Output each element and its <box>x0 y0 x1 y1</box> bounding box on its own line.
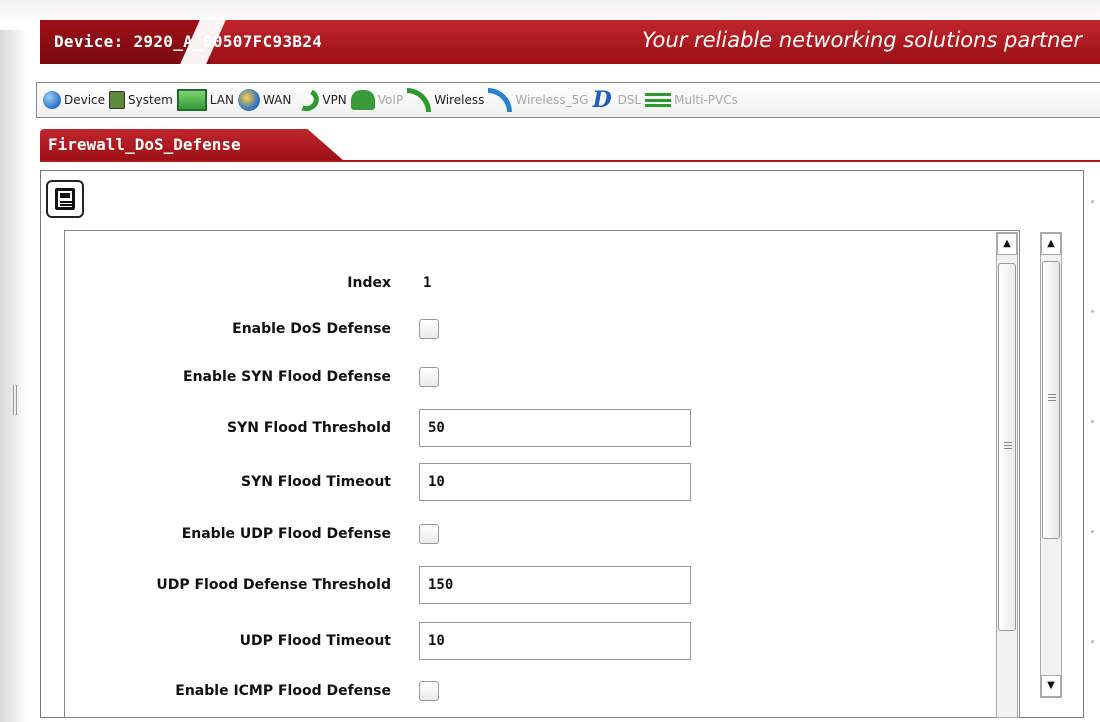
row-syn-threshold: SYN Flood Threshold 50 <box>65 408 995 448</box>
scroll-up-icon[interactable]: ▲ <box>997 233 1017 255</box>
dsl-icon: D <box>592 87 612 113</box>
nav-item-device[interactable]: Device <box>43 91 105 109</box>
nav-item-wireless-5g[interactable]: Wireless_5G <box>488 88 589 112</box>
nav-item-label: WAN <box>262 93 292 107</box>
syn-threshold-label: SYN Flood Threshold <box>227 420 391 436</box>
enable-icmp-label: Enable ICMP Flood Defense <box>175 683 391 699</box>
scroll-up-icon[interactable]: ▲ <box>1041 233 1061 255</box>
nav-item-lan[interactable]: LAN <box>176 89 234 111</box>
nav-item-voip[interactable]: VoIP <box>350 90 404 110</box>
enable-udp-label: Enable UDP Flood Defense <box>181 526 391 542</box>
scroll-grip-icon <box>1048 394 1056 401</box>
enable-dos-label: Enable DoS Defense <box>232 321 391 337</box>
scroll-grip-icon <box>1004 442 1012 449</box>
row-enable-icmp: Enable ICMP Flood Defense <box>65 671 995 711</box>
enable-icmp-checkbox[interactable] <box>419 681 439 701</box>
syn-timeout-input[interactable]: 10 <box>419 463 691 501</box>
nav-item-label: DSL <box>617 93 642 107</box>
enable-syn-label: Enable SYN Flood Defense <box>183 369 391 385</box>
device-title: Device: 2920_A_00507FC93B24 <box>54 32 323 51</box>
tab-label: Firewall_DoS_Defense <box>48 135 241 154</box>
form-frame: Index 1 Enable DoS Defense Enable SYN Fl… <box>64 230 1020 718</box>
row-syn-timeout: SYN Flood Timeout 10 <box>65 462 995 502</box>
nav-item-dsl[interactable]: D DSL <box>593 89 642 111</box>
row-enable-dos: Enable DoS Defense <box>65 309 995 349</box>
index-value: 1 <box>423 275 432 291</box>
udp-timeout-label: UDP Flood Timeout <box>239 633 391 649</box>
save-button[interactable] <box>46 180 84 218</box>
enable-dos-checkbox[interactable] <box>419 319 439 339</box>
decor-dot <box>1091 530 1094 533</box>
nav-item-label: LAN <box>209 93 234 107</box>
system-icon <box>109 91 126 109</box>
enable-udp-checkbox[interactable] <box>419 524 439 544</box>
decor-dot <box>1091 420 1094 423</box>
udp-threshold-input[interactable]: 150 <box>419 566 691 604</box>
outer-scrollbar[interactable]: ▲ ▼ <box>1040 232 1062 698</box>
decor-dot <box>1091 640 1094 643</box>
row-enable-syn: Enable SYN Flood Defense <box>65 357 995 397</box>
row-enable-udp: Enable UDP Flood Defense <box>65 514 995 554</box>
wan-globe-icon <box>237 89 260 111</box>
row-udp-threshold: UDP Flood Defense Threshold 150 <box>65 565 995 605</box>
scroll-down-icon[interactable]: ▼ <box>1041 675 1061 697</box>
nav-item-vpn[interactable]: VPN <box>292 85 347 115</box>
index-label: Index <box>347 275 391 291</box>
nav-item-label: VoIP <box>377 93 404 107</box>
syn-threshold-input[interactable]: 50 <box>419 409 691 447</box>
nav-item-multi-pvcs[interactable]: Multi-PVCs <box>645 93 738 107</box>
nav-item-label: Wireless <box>434 93 485 107</box>
floppy-disk-icon <box>55 188 75 210</box>
udp-threshold-label: UDP Flood Defense Threshold <box>156 577 391 593</box>
monitor-icon <box>176 89 207 111</box>
header-banner: Device: 2920_A_00507FC93B24 Your reliabl… <box>40 20 1100 64</box>
outer-scroll-thumb[interactable] <box>1042 261 1060 539</box>
inner-scroll-thumb[interactable] <box>998 263 1016 631</box>
nav-item-label: Wireless_5G <box>515 93 589 107</box>
row-udp-timeout: UDP Flood Timeout 10 <box>65 621 995 661</box>
row-index: Index 1 <box>65 263 995 303</box>
nav-item-system[interactable]: System <box>109 91 173 109</box>
globe-icon <box>43 91 61 109</box>
nav-item-wan[interactable]: WAN <box>237 89 292 111</box>
nav-item-wireless[interactable]: Wireless <box>407 88 484 112</box>
udp-timeout-input[interactable]: 10 <box>419 622 691 660</box>
phone-icon <box>350 90 375 110</box>
vpn-icon <box>292 85 323 115</box>
inner-scrollbar[interactable]: ▲ <box>996 232 1018 718</box>
splitter-grip-icon[interactable] <box>13 385 17 415</box>
main-nav: Device System LAN WAN VPN VoIP Wireless … <box>36 82 1100 118</box>
nav-item-label: Multi-PVCs <box>674 93 738 107</box>
enable-syn-checkbox[interactable] <box>419 367 439 387</box>
pvc-icon <box>645 93 672 107</box>
wifi-icon <box>407 88 432 112</box>
nav-item-label: System <box>128 93 173 107</box>
decor-dot <box>1091 310 1094 313</box>
decor-dot <box>1091 200 1094 203</box>
nav-item-label: Device <box>64 93 106 107</box>
tab-underline <box>40 160 1100 162</box>
wifi-5g-icon <box>488 88 513 112</box>
nav-item-label: VPN <box>322 93 347 107</box>
left-splitter[interactable] <box>0 30 26 722</box>
tagline: Your reliable networking solutions partn… <box>642 28 1082 52</box>
syn-timeout-label: SYN Flood Timeout <box>240 474 391 490</box>
